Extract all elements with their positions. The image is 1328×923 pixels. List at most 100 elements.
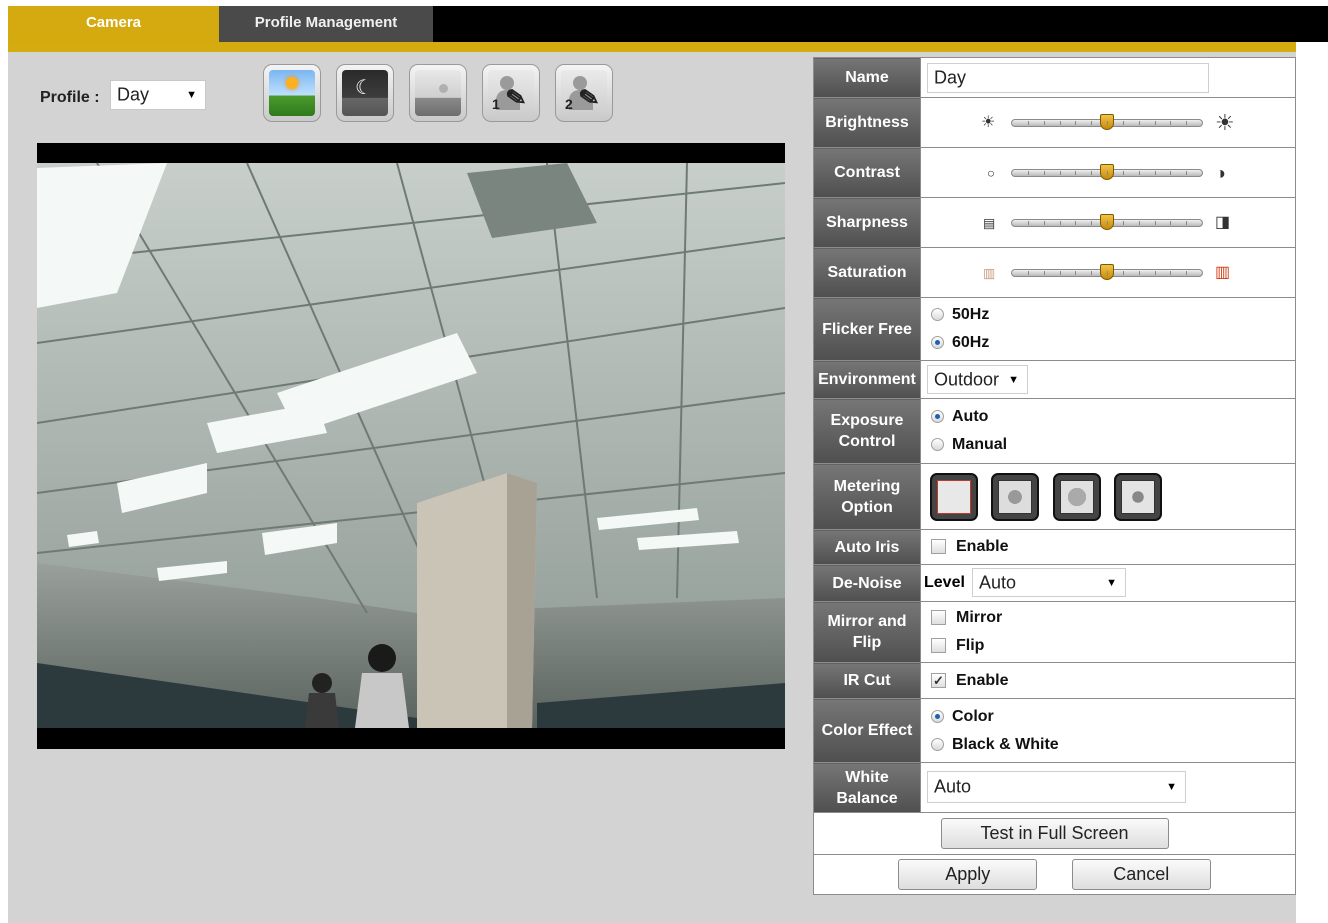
slider-tick	[1075, 170, 1077, 175]
flip-checkbox[interactable]	[931, 638, 946, 654]
slider-tick	[1043, 170, 1045, 175]
flicker-50hz-option[interactable]: 50Hz	[921, 301, 1295, 329]
name-input[interactable]: Day	[927, 63, 1209, 93]
ir-cut-label: IR Cut	[813, 662, 921, 699]
flicker-60hz-label: 60Hz	[952, 334, 990, 351]
exposure-control-label: Exposure Control	[813, 398, 921, 464]
environment-select[interactable]: Outdoor ▼	[927, 365, 1028, 394]
sharpness-slider[interactable]	[1011, 213, 1203, 230]
ir-cut-option[interactable]: ✓ Enable	[921, 667, 1295, 695]
slider-tick	[1186, 120, 1188, 125]
metering-label-line1: Metering	[833, 477, 901, 495]
preset-custom-1-button[interactable]: 1 ✎	[482, 64, 540, 122]
contrast-low-icon: ○	[987, 165, 995, 180]
auto-iris-checkbox[interactable]	[931, 539, 946, 555]
exposure-manual-option[interactable]: Manual	[921, 431, 1295, 459]
slider-tick	[1043, 120, 1045, 125]
brightness-slider[interactable]	[1011, 113, 1203, 130]
auto-iris-option[interactable]: Enable	[921, 533, 1295, 561]
metering-center-weighted-button[interactable]	[930, 472, 978, 521]
custom-profile-2-icon: 2 ✎	[561, 70, 607, 116]
denoise-label: De-Noise	[813, 564, 921, 602]
slider-tick	[1170, 270, 1172, 275]
contrast-slider[interactable]	[1011, 163, 1203, 180]
slider-tick	[1091, 120, 1093, 125]
slider-tick	[1059, 120, 1061, 125]
black-white-radio[interactable]	[931, 737, 944, 751]
metering-center-button[interactable]	[991, 472, 1040, 521]
white-balance-select[interactable]: Auto ▼	[927, 771, 1186, 803]
flicker-50hz-radio[interactable]	[931, 308, 944, 322]
preset-day-button[interactable]	[263, 64, 321, 122]
flicker-60hz-option[interactable]: 60Hz	[921, 329, 1295, 357]
profile-select-value: Day	[117, 84, 150, 105]
brightness-label: Brightness	[813, 97, 921, 148]
slider-tick	[1154, 170, 1156, 175]
slider-tick	[1091, 270, 1093, 275]
sharpness-high-icon: ◨	[1215, 213, 1231, 231]
cancel-button[interactable]: Cancel	[1071, 859, 1211, 890]
preset-custom-2-button[interactable]: 2 ✎	[555, 64, 613, 122]
slider-tick	[1107, 220, 1108, 225]
denoise-level-select[interactable]: Auto ▼	[972, 568, 1126, 597]
flip-option[interactable]: Flip	[921, 632, 1295, 660]
color-option[interactable]: Color	[921, 703, 1295, 731]
slider-tick	[1122, 270, 1124, 275]
saturation-high-icon: ▥	[1215, 263, 1231, 281]
metering-label-line2: Option	[841, 498, 893, 516]
profile-select[interactable]: Day ▼	[110, 80, 206, 110]
sharpness-label: Sharpness	[813, 197, 921, 248]
slider-tick	[1043, 270, 1045, 275]
mirror-flip-label-line1: Mirror and	[827, 613, 907, 630]
exposure-auto-radio[interactable]	[931, 410, 944, 424]
chevron-down-icon: ▼	[1106, 576, 1117, 589]
white-balance-label-line2: Balance	[836, 789, 898, 807]
saturation-slider[interactable]	[1011, 263, 1203, 280]
slider-tick	[1075, 270, 1077, 275]
metering-average-button[interactable]	[1052, 472, 1101, 521]
exposure-manual-label: Manual	[952, 436, 1008, 453]
white-balance-value: Auto	[934, 776, 972, 797]
mirror-checkbox[interactable]	[931, 610, 946, 626]
slider-tick	[1138, 170, 1140, 175]
slider-tick	[1027, 170, 1029, 175]
name-label: Name	[813, 57, 921, 98]
preset-night-button[interactable]: ☾	[336, 64, 394, 122]
slider-tick	[1107, 270, 1108, 275]
metering-corners-button[interactable]	[1114, 472, 1163, 521]
tab-camera[interactable]: Camera	[8, 6, 219, 42]
profile-label: Profile :	[40, 89, 100, 106]
flicker-60hz-radio[interactable]	[931, 336, 944, 350]
mirror-flip-label-line2: Flip	[852, 634, 882, 651]
auto-iris-enable-label: Enable	[956, 538, 1009, 555]
tab-profile-management[interactable]: Profile Management	[219, 6, 433, 42]
exposure-manual-radio[interactable]	[931, 438, 944, 452]
apply-button[interactable]: Apply	[898, 859, 1038, 890]
denoise-level-value: Auto	[979, 572, 1017, 592]
slider-tick	[1043, 220, 1045, 225]
slider-tick	[1138, 220, 1140, 225]
chevron-down-icon: ▼	[1166, 781, 1177, 793]
color-radio[interactable]	[931, 709, 944, 723]
exposure-auto-option[interactable]: Auto	[921, 403, 1295, 431]
ir-cut-checkbox[interactable]: ✓	[931, 672, 946, 688]
mirror-option[interactable]: Mirror	[921, 604, 1295, 632]
slider-tick	[1186, 220, 1188, 225]
test-full-screen-button[interactable]: Test in Full Screen	[940, 818, 1169, 849]
environment-select-value: Outdoor	[934, 369, 1000, 389]
metering-spot-icon	[998, 479, 1033, 514]
camera-video-preview[interactable]	[37, 143, 785, 749]
sharpness-low-icon: ▤	[983, 215, 996, 230]
slider-tick	[1091, 220, 1093, 225]
metering-grid-icon	[937, 479, 971, 514]
contrast-label: Contrast	[813, 147, 921, 198]
preset-dusk-button[interactable]	[409, 64, 467, 122]
black-white-option[interactable]: Black & White	[921, 731, 1295, 759]
slider-tick	[1122, 120, 1124, 125]
mirror-label: Mirror	[956, 609, 1003, 626]
accent-strip	[8, 42, 1296, 52]
slider-tick	[1170, 170, 1172, 175]
slider-tick	[1122, 220, 1124, 225]
saturation-low-icon: ▥	[983, 265, 996, 280]
slider-tick	[1154, 220, 1156, 225]
